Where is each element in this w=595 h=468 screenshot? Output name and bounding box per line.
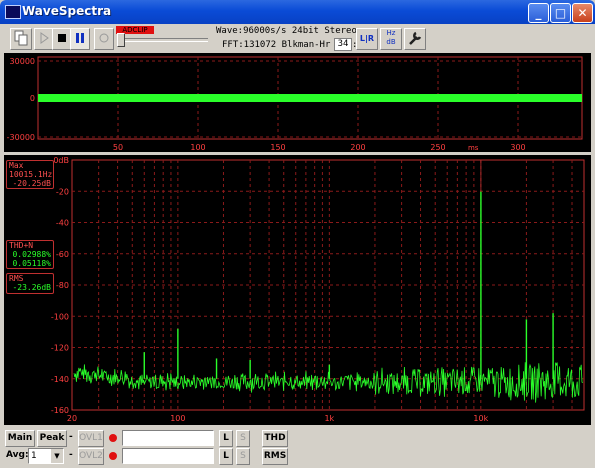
record-l-icon[interactable] [109,434,117,442]
waveform-plot: 50 100 150 200 250 300 30000 0 -30000 ms [7,56,583,152]
spectrum-x-tick: 10k [473,414,488,423]
spectrum-y-tick: 0dB [53,156,69,165]
wave-x-tick: 100 [190,143,205,152]
minimize-button[interactable]: _ [528,3,549,23]
close-button[interactable]: ✕ [572,3,593,23]
l-button-2[interactable]: L [219,448,233,465]
spectrum-y-tick: -100 [51,312,69,321]
thd-readout: THD+N 0.02988% 0.05118% [6,240,54,269]
pause-button[interactable] [70,28,90,50]
spectrum-y-tick: -60 [56,250,69,259]
max-readout: Max 10015.1Hz -20.25dB [6,160,54,189]
wave-trace [38,94,582,102]
spectrum-y-tick: -140 [51,375,69,384]
max-readout-level: -20.25dB [12,179,51,188]
wave-y-tick: -30000 [7,133,35,142]
wave-x-tick: 300 [510,143,525,152]
wave-x-tick: 250 [430,143,445,152]
spectrum-plot: 0dB-20-40-60-80-100-120-140-16020 100 1k 10… [51,156,585,423]
wave-x-unit: ms [468,144,479,152]
max-readout-title: Max [9,161,24,170]
dash-1: - [69,432,73,442]
thd-readout-title: THD+N [9,241,34,250]
s-button-2[interactable]: S [236,448,250,465]
position-slider-track[interactable] [118,38,208,42]
spectrum-x-tick: 1k [324,414,334,423]
window-title: WaveSpectra [22,4,112,18]
avg-select[interactable]: 1 ▼ [28,448,64,464]
spectrum-y-tick: -120 [51,344,69,353]
thd-button[interactable]: THD [262,430,288,447]
axis-hz-db-button[interactable]: Hz dB [380,28,402,50]
thd-readout-value2: 0.05118% [12,259,51,268]
waveform-panel[interactable]: 50 100 150 200 250 300 30000 0 -30000 ms [4,53,591,152]
wave-y-tick: 30000 [10,57,35,66]
dash-2: - [69,450,73,460]
wave-x-tick: 50 [113,143,123,152]
chevron-down-icon[interactable]: ▼ [51,449,63,463]
spectrum-y-tick: -40 [56,219,69,228]
avg-label: Avg: [6,450,29,460]
play-button[interactable] [34,28,54,50]
record-r-icon[interactable] [109,452,117,460]
main-button[interactable]: Main [5,430,35,447]
channel-l-field[interactable] [122,430,214,446]
channel-r-field[interactable] [122,448,214,464]
channel-lr-button[interactable]: L|R [356,28,378,50]
rms-readout: RMS -23.26dB [6,273,54,294]
wave-x-tick: 200 [350,143,365,152]
settings-wrench-icon[interactable] [404,28,426,50]
copy-icon[interactable] [10,28,32,50]
fps-value: 34 [334,38,352,51]
spectrum-panel[interactable]: 0dB -20 -40 -60 -80 -100 -120 -140 -160 20 100 1k 10… [4,155,591,425]
spectrum-trace [73,362,584,403]
spectrum-x-tick: 100 [170,414,185,423]
maximize-button[interactable]: □ [550,3,571,23]
spectrum-x-tick: 20 [67,414,77,423]
ovl2-indicator: OVL2 [78,448,104,465]
spectrum-y-tick: -80 [56,281,69,290]
ovl1-indicator: OVL1 [78,430,104,447]
wave-y-tick: 0 [30,94,35,103]
spectrum-y-tick: -20 [56,187,69,196]
rms-button[interactable]: RMS [262,448,288,465]
peak-button[interactable]: Peak [37,430,67,447]
l-button-1[interactable]: L [219,430,233,447]
s-button-1[interactable]: S [236,430,250,447]
app-icon [5,5,21,19]
rms-readout-value: -23.26dB [12,283,51,292]
wave-info: Wave:96000s/s 24bit Stereo [216,26,357,36]
max-readout-freq: 10015.1Hz [9,170,53,179]
wave-x-tick: 150 [270,143,285,152]
record-button[interactable] [94,28,114,50]
stop-button[interactable] [52,28,72,50]
avg-value: 1 [31,451,37,461]
thd-readout-value1: 0.02988% [12,250,51,259]
position-slider-thumb[interactable] [117,33,125,47]
rms-readout-title: RMS [9,274,24,283]
